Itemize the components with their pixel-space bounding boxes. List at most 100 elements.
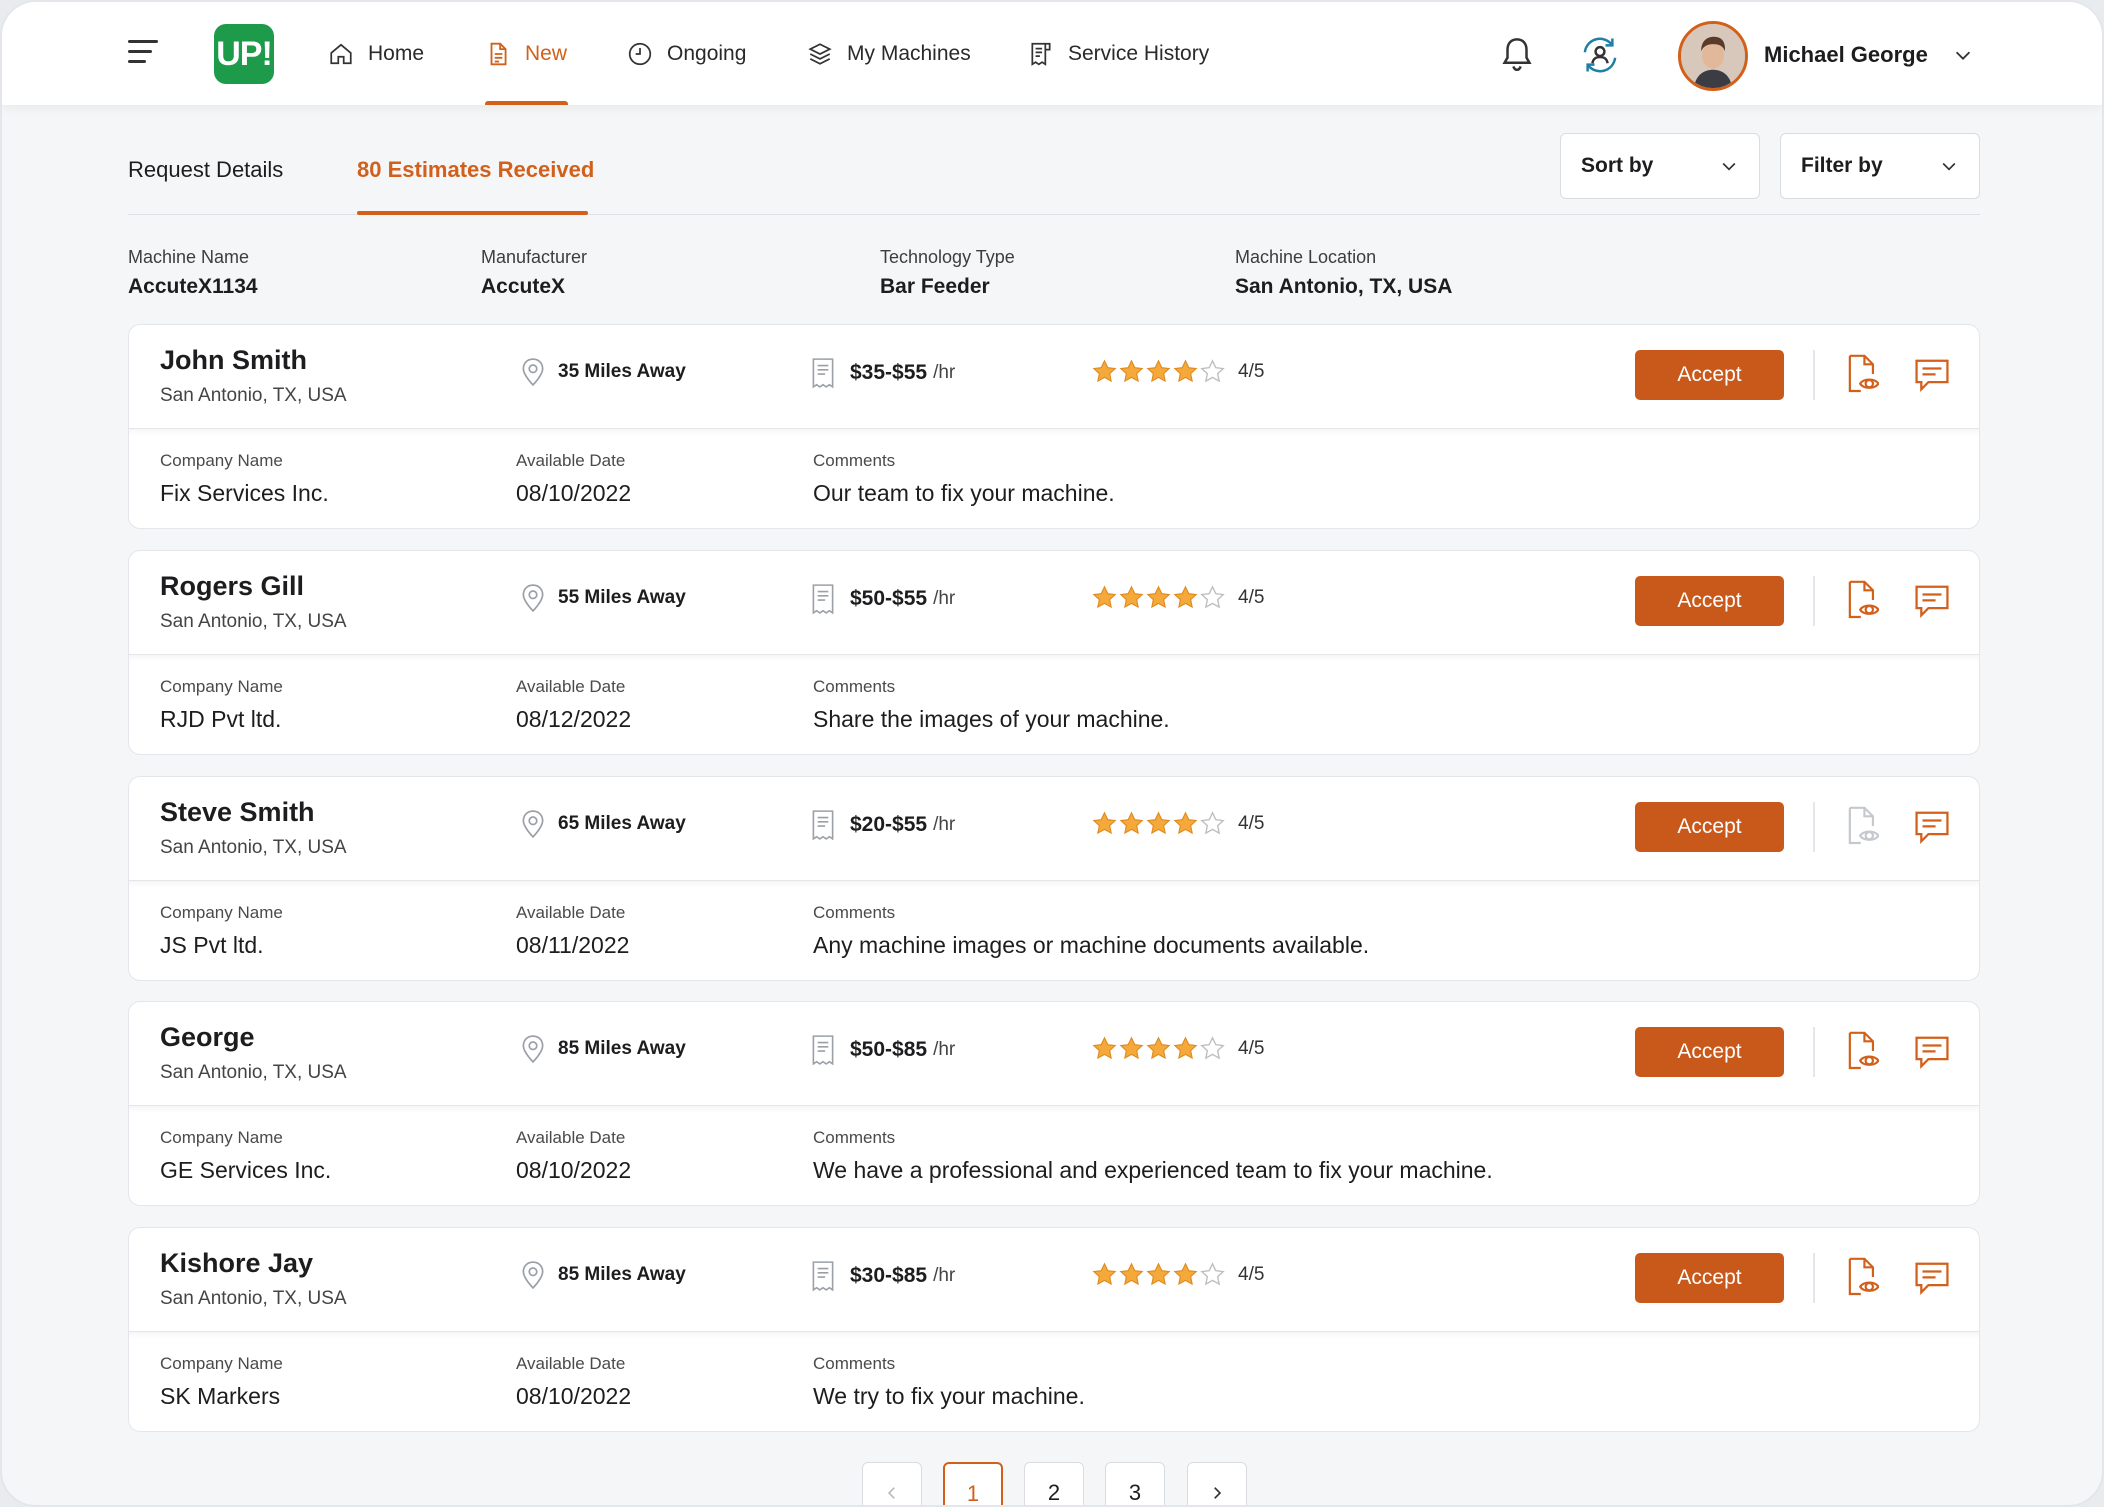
price-unit: /hr [933, 1265, 956, 1286]
user-sync-icon[interactable] [1578, 33, 1622, 77]
manufacturer-label: Manufacturer [481, 247, 588, 267]
available-date-label: Available Date [516, 903, 626, 922]
chat-icon[interactable] [1913, 1260, 1951, 1296]
nav-home[interactable]: Home [328, 2, 424, 105]
avatar[interactable] [1678, 21, 1748, 91]
provider-name: John Smith [160, 345, 307, 375]
price-unit: /hr [933, 814, 956, 835]
active-tab-indicator [357, 211, 588, 215]
price: $50-$55 /hr [810, 583, 955, 615]
invoice-icon [812, 810, 834, 841]
chat-icon[interactable] [1913, 357, 1951, 393]
pagination-next[interactable] [1187, 1462, 1247, 1505]
available-date-label: Available Date [516, 451, 626, 470]
estimate-card: Kishore Jay San Antonio, TX, USA 85 Mile… [128, 1227, 1980, 1432]
user-name[interactable]: Michael George [1764, 42, 1928, 68]
star-rating [1091, 1261, 1226, 1288]
machine-name-value: AccuteX1134 [128, 275, 258, 298]
estimate-card-header: Rogers Gill San Antonio, TX, USA 55 Mile… [129, 551, 1979, 662]
machine-location-label: Machine Location [1235, 247, 1377, 267]
top-nav: UP! Home New Ongoing My Machines Service… [2, 2, 2102, 105]
pagination-page-1[interactable]: 1 [943, 1462, 1003, 1505]
view-document-icon[interactable] [1845, 805, 1879, 847]
view-document-icon[interactable] [1845, 579, 1879, 621]
distance-text: 55 Miles Away [558, 587, 686, 608]
star-filled-icon [1119, 811, 1144, 835]
provider-location: San Antonio, TX, USA [160, 385, 347, 406]
estimate-card-header: Steve Smith San Antonio, TX, USA 65 Mile… [129, 777, 1979, 888]
pagination-prev[interactable] [862, 1462, 922, 1505]
star-rating [1091, 1035, 1226, 1062]
available-date-value: 08/12/2022 [516, 706, 632, 732]
distance: 65 Miles Away [520, 809, 686, 839]
tab-request-details[interactable]: Request Details [128, 157, 283, 183]
action-divider [1813, 1027, 1815, 1077]
price: $30-$85 /hr [810, 1260, 955, 1292]
layers-icon [808, 42, 832, 65]
distance-text: 85 Miles Away [558, 1038, 686, 1059]
estimate-card: Rogers Gill San Antonio, TX, USA 55 Mile… [128, 550, 1980, 755]
comments-label: Comments [813, 451, 896, 470]
distance-text: 65 Miles Away [558, 813, 686, 834]
star-filled-icon [1173, 811, 1198, 835]
filter-dropdown[interactable]: Filter by [1780, 133, 1980, 199]
pagination-page-2[interactable]: 2 [1024, 1462, 1084, 1505]
distance: 85 Miles Away [520, 1260, 686, 1290]
technology-type-value: Bar Feeder [880, 275, 990, 298]
nav-my-machines[interactable]: My Machines [807, 2, 971, 105]
star-rating [1091, 810, 1226, 837]
star-filled-icon [1173, 1036, 1198, 1060]
accept-button[interactable]: Accept [1635, 350, 1784, 400]
chevron-right-icon [1214, 1487, 1222, 1499]
comments-value: Share the images of your machine. [813, 706, 1170, 732]
available-date-label: Available Date [516, 677, 626, 696]
chat-icon[interactable] [1913, 583, 1951, 619]
company-name-value: RJD Pvt ltd. [160, 706, 282, 732]
estimate-card-header: John Smith San Antonio, TX, USA 35 Miles… [129, 325, 1979, 436]
star-empty-icon [1200, 811, 1225, 835]
star-filled-icon [1119, 1262, 1144, 1286]
machine-name-label: Machine Name [128, 247, 250, 267]
location-pin-icon [522, 1261, 544, 1290]
distance-text: 35 Miles Away [558, 361, 686, 382]
provider-location: San Antonio, TX, USA [160, 611, 347, 632]
nav-ongoing-label: Ongoing [667, 41, 747, 65]
estimate-card: George San Antonio, TX, USA 85 Miles Awa… [128, 1001, 1980, 1206]
chat-icon[interactable] [1913, 809, 1951, 845]
technology-type-label: Technology Type [880, 247, 1015, 267]
company-name-label: Company Name [160, 451, 283, 470]
nav-my-machines-label: My Machines [847, 41, 971, 65]
view-document-icon[interactable] [1845, 1030, 1879, 1072]
tab-estimates-received[interactable]: 80 Estimates Received [357, 157, 594, 183]
price-range: $35-$55 [850, 361, 928, 384]
star-empty-icon [1200, 585, 1225, 609]
star-filled-icon [1092, 1262, 1117, 1286]
bell-icon[interactable] [1499, 35, 1535, 73]
price: $50-$85 /hr [810, 1034, 955, 1066]
view-document-icon[interactable] [1845, 353, 1879, 395]
view-document-icon[interactable] [1845, 1256, 1879, 1298]
star-filled-icon [1119, 585, 1144, 609]
sort-label: Sort by [1581, 154, 1654, 177]
estimate-card-header: George San Antonio, TX, USA 85 Miles Awa… [129, 1002, 1979, 1113]
menu-icon[interactable] [128, 40, 158, 66]
comments-label: Comments [813, 1354, 896, 1373]
nav-service-history[interactable]: Service History [1028, 2, 1209, 105]
accept-button[interactable]: Accept [1635, 802, 1784, 852]
provider-location: San Antonio, TX, USA [160, 1062, 347, 1083]
nav-ongoing[interactable]: Ongoing [627, 2, 746, 105]
chat-icon[interactable] [1913, 1034, 1951, 1070]
app-logo[interactable]: UP! [214, 24, 274, 84]
star-filled-icon [1092, 1036, 1117, 1060]
nav-new[interactable]: New [485, 2, 569, 105]
pagination-page-3[interactable]: 3 [1105, 1462, 1165, 1505]
accept-button[interactable]: Accept [1635, 1253, 1784, 1303]
accept-button[interactable]: Accept [1635, 1027, 1784, 1077]
accept-button[interactable]: Accept [1635, 576, 1784, 626]
distance: 85 Miles Away [520, 1034, 686, 1064]
nav-home-label: Home [368, 41, 425, 65]
sort-dropdown[interactable]: Sort by [1560, 133, 1760, 199]
chevron-down-icon[interactable] [1952, 44, 1974, 66]
nav-service-history-label: Service History [1068, 41, 1210, 65]
star-filled-icon [1092, 811, 1117, 835]
